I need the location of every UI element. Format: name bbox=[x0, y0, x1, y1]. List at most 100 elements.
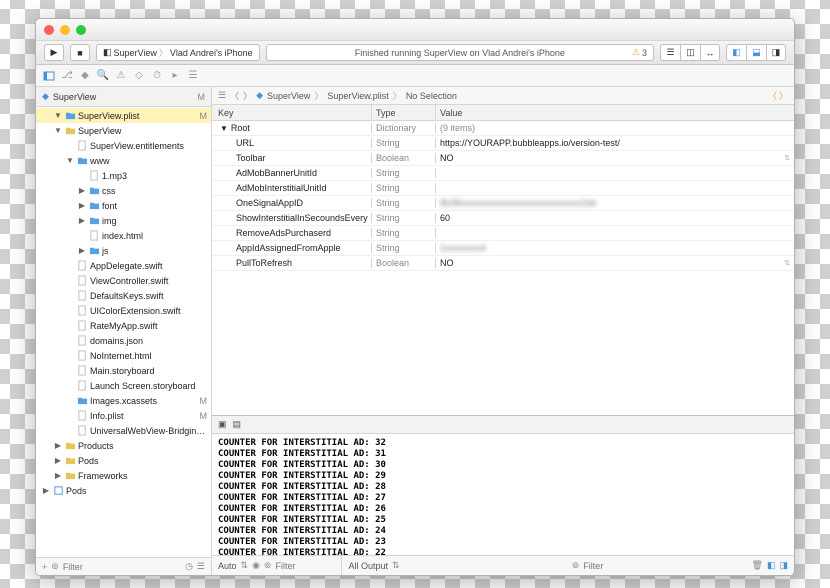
plist-row[interactable]: ToolbarBooleanNO⇅ bbox=[212, 151, 794, 166]
file-tree-item[interactable]: NoInternet.html bbox=[36, 348, 211, 363]
console-output[interactable]: COUNTER FOR INTERSTITIAL AD: 32 COUNTER … bbox=[212, 434, 794, 555]
plist-type[interactable]: String bbox=[372, 168, 436, 178]
plist-key[interactable]: RemoveAdsPurchaserd bbox=[212, 228, 372, 238]
plist-value[interactable]: https://YOURAPP.bubbleapps.io/version-te… bbox=[436, 138, 794, 148]
file-tree-item[interactable]: RateMyApp.swift bbox=[36, 318, 211, 333]
find-navigator-tab[interactable]: 🔍 bbox=[96, 69, 110, 83]
standard-editor-button[interactable]: ☰ bbox=[660, 44, 680, 61]
assistant-editor-button[interactable]: ◫ bbox=[680, 44, 700, 61]
version-editor-button[interactable]: ↔ bbox=[700, 44, 720, 61]
debug-navigator-tab[interactable]: ⏱ bbox=[150, 69, 164, 83]
file-tree-item[interactable]: ▶Products bbox=[36, 438, 211, 453]
file-tree-item[interactable]: ▶Pods bbox=[36, 483, 211, 498]
chevron-updown-icon[interactable]: ⇅ bbox=[392, 560, 400, 571]
issue-navigator-tab[interactable]: ⚠ bbox=[114, 69, 128, 83]
file-tree-item[interactable]: UIColorExtension.swift bbox=[36, 303, 211, 318]
file-tree-item[interactable]: Launch Screen.storyboard bbox=[36, 378, 211, 393]
plist-row[interactable]: AppIdAssignedFromAppleString1xxxxxxxx4 bbox=[212, 241, 794, 256]
disclosure-triangle-icon[interactable]: ▼ bbox=[54, 111, 62, 120]
plist-value[interactable]: 60 bbox=[436, 213, 794, 223]
breakpoint-navigator-tab[interactable]: ▸ bbox=[168, 69, 182, 83]
disclosure-triangle-icon[interactable]: ▶ bbox=[78, 216, 86, 225]
plist-row[interactable]: OneSignalAppIDString8b38xxxxxxxxxxxxxxxx… bbox=[212, 196, 794, 211]
crumb-project[interactable]: SuperView bbox=[267, 91, 310, 101]
plist-row-root[interactable]: ▼RootDictionary(9 items) bbox=[212, 121, 794, 136]
run-button[interactable]: ▶ bbox=[44, 44, 64, 61]
jump-bar[interactable]: ☰ 〈 〉 ◆ SuperView 〉 SuperView.plist 〉 No… bbox=[212, 87, 794, 105]
file-tree-item[interactable]: ▶css bbox=[36, 183, 211, 198]
disclosure-triangle-icon[interactable]: ▶ bbox=[78, 246, 86, 255]
plist-type[interactable]: String bbox=[372, 183, 436, 193]
file-tree-item[interactable]: domains.json bbox=[36, 333, 211, 348]
auto-label[interactable]: Auto bbox=[218, 561, 237, 571]
symbol-navigator-tab[interactable]: ◆ bbox=[78, 69, 92, 83]
plist-row[interactable]: URLStringhttps://YOURAPP.bubbleapps.io/v… bbox=[212, 136, 794, 151]
test-navigator-tab[interactable]: ◇ bbox=[132, 69, 146, 83]
toggle-console-icon[interactable]: ▤ bbox=[233, 419, 242, 430]
plist-value[interactable]: 1xxxxxxxx4 bbox=[436, 243, 794, 253]
plist-type[interactable]: String bbox=[372, 138, 436, 148]
file-tree-item[interactable]: ▶font bbox=[36, 198, 211, 213]
toggle-variables-icon[interactable]: ▣ bbox=[218, 419, 227, 430]
chevron-updown-icon[interactable]: ⇅ bbox=[241, 560, 249, 571]
show-variables-pane-icon[interactable]: ◧ bbox=[767, 560, 776, 571]
add-icon[interactable]: + bbox=[42, 562, 47, 572]
related-items-icon[interactable]: ☰ bbox=[218, 90, 226, 101]
plist-key[interactable]: Toolbar bbox=[212, 153, 372, 163]
plist-value[interactable]: 8b38xxxxxxxxxxxxxxxxxxxxxxxxxxx2de bbox=[436, 198, 794, 208]
file-tree-item[interactable]: DefaultsKeys.swift bbox=[36, 288, 211, 303]
header-value[interactable]: Value bbox=[436, 105, 794, 120]
plist-row[interactable]: ShowInterstitialInSecoundsEveryString60 bbox=[212, 211, 794, 226]
toggle-navigator-button[interactable]: ◧ bbox=[726, 44, 746, 61]
disclosure-triangle-icon[interactable]: ▼ bbox=[66, 156, 74, 165]
file-tree-item[interactable]: ▼SuperView bbox=[36, 123, 211, 138]
plist-row[interactable]: AdMobInterstitialUnitIdString bbox=[212, 181, 794, 196]
file-tree-item[interactable]: UniversalWebView-Bridging-Header.h bbox=[36, 423, 211, 438]
plist-type[interactable]: String bbox=[372, 213, 436, 223]
disclosure-triangle-icon[interactable]: ▶ bbox=[78, 186, 86, 195]
report-navigator-tab[interactable]: ☰ bbox=[186, 69, 200, 83]
file-tree-item[interactable]: ▶js bbox=[36, 243, 211, 258]
plist-row[interactable]: RemoveAdsPurchaserdString bbox=[212, 226, 794, 241]
plist-type[interactable]: Boolean bbox=[372, 258, 436, 268]
disclosure-triangle-icon[interactable]: ▶ bbox=[54, 441, 62, 450]
file-tree-item[interactable]: ▼www bbox=[36, 153, 211, 168]
source-control-navigator-tab[interactable]: ⎇ bbox=[60, 69, 74, 83]
plist-type[interactable]: String bbox=[372, 198, 436, 208]
file-tree-item[interactable]: ▼SuperView.plistM bbox=[36, 108, 211, 123]
toggle-debug-button[interactable]: ⬓ bbox=[746, 44, 766, 61]
file-tree-item[interactable]: ▶Pods bbox=[36, 453, 211, 468]
stepper-icon[interactable]: ⇅ bbox=[784, 259, 790, 267]
scheme-selector[interactable]: ◧ SuperView 〉 Vlad Andrei's iPhone bbox=[96, 44, 260, 61]
plist-key[interactable]: AdMobBannerUnitId bbox=[212, 168, 372, 178]
disclosure-triangle-icon[interactable]: ▶ bbox=[54, 456, 62, 465]
prev-issue-button[interactable]: 〈 bbox=[768, 89, 777, 102]
project-row[interactable]: ◆ SuperView M bbox=[36, 87, 211, 107]
console-filter-input[interactable] bbox=[583, 561, 747, 571]
disclosure-triangle-icon[interactable]: ▶ bbox=[42, 486, 50, 495]
stop-button[interactable]: ■ bbox=[70, 44, 90, 61]
header-key[interactable]: Key bbox=[212, 105, 372, 120]
warning-indicator[interactable]: ⚠ 3 bbox=[632, 47, 647, 58]
plist-row[interactable]: PullToRefreshBooleanNO⇅ bbox=[212, 256, 794, 271]
header-type[interactable]: Type bbox=[372, 105, 436, 120]
disclosure-triangle-icon[interactable]: ▶ bbox=[78, 201, 86, 210]
file-tree-item[interactable]: Images.xcassetsM bbox=[36, 393, 211, 408]
recent-filter-icon[interactable]: ◷ bbox=[185, 561, 193, 572]
disclosure-triangle-icon[interactable]: ▼ bbox=[220, 124, 228, 133]
plist-value[interactable]: NO⇅ bbox=[436, 258, 794, 268]
file-tree-item[interactable]: 1.mp3 bbox=[36, 168, 211, 183]
forward-button[interactable]: 〉 bbox=[243, 89, 252, 102]
plist-value[interactable]: NO⇅ bbox=[436, 153, 794, 163]
plist-key[interactable]: OneSignalAppID bbox=[212, 198, 372, 208]
file-tree-item[interactable]: SuperView.entitlements bbox=[36, 138, 211, 153]
plist-key[interactable]: AdMobInterstitialUnitId bbox=[212, 183, 372, 193]
zoom-window-button[interactable] bbox=[76, 25, 86, 35]
back-button[interactable]: 〈 bbox=[230, 89, 239, 102]
plist-type[interactable]: Dictionary bbox=[372, 123, 436, 133]
navigator-filter-input[interactable] bbox=[63, 562, 181, 572]
file-tree-item[interactable]: AppDelegate.swift bbox=[36, 258, 211, 273]
next-issue-button[interactable]: 〉 bbox=[779, 89, 788, 102]
clear-console-button[interactable]: 🗑 bbox=[752, 560, 763, 571]
show-console-pane-icon[interactable]: ◨ bbox=[779, 560, 788, 571]
